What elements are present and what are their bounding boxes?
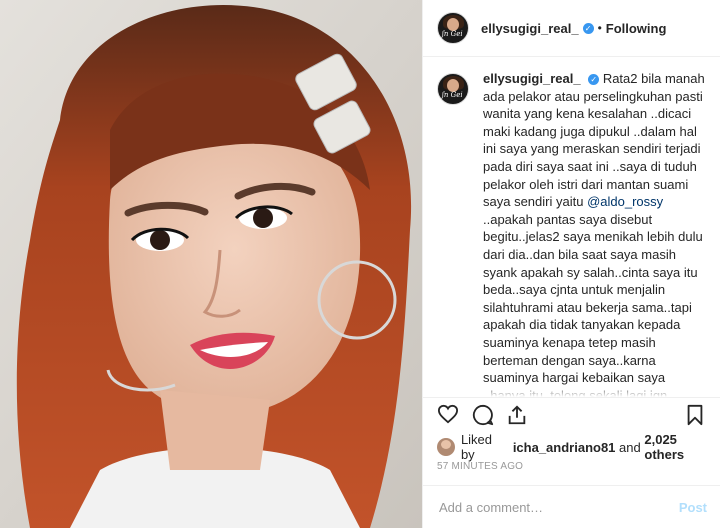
share-icon[interactable] — [506, 404, 528, 431]
avatar[interactable]: ʃn Gei — [437, 73, 469, 105]
comment-form: Post — [423, 485, 720, 528]
verified-badge-icon: ✓ — [588, 74, 600, 86]
caption-text: ellysugigi_real_ ✓ Rata2 bila manah ada … — [483, 70, 707, 397]
caption-body-continued: ..apakah pantas saya disebut begitu..jel… — [483, 211, 703, 397]
likes-conjunction: and — [619, 439, 641, 455]
caption-username[interactable]: ellysugigi_real_ — [483, 71, 581, 86]
following-button[interactable]: Following — [606, 21, 667, 36]
avatar[interactable]: ʃn Gei — [437, 12, 469, 44]
mention-link[interactable]: @aldo_rossy — [587, 194, 663, 209]
comment-input[interactable] — [437, 498, 679, 516]
liker-username[interactable]: icha_andriano81 — [513, 440, 616, 455]
liked-by-prefix: Liked by — [460, 432, 493, 462]
verified-badge-icon: ✓ — [582, 22, 594, 34]
likes-others-link[interactable]: 2,025 others — [644, 432, 720, 462]
liker-avatar[interactable] — [437, 438, 455, 456]
comments-area[interactable]: ʃn Gei ellysugigi_real_ ✓ Rata2 bila man… — [423, 57, 720, 397]
post-sidebar: ʃn Gei ellysugigi_real_ ✓ • Following ʃn… — [422, 0, 720, 528]
portrait-image — [0, 0, 422, 528]
comment-icon[interactable] — [472, 404, 494, 431]
avatar-signature: ʃn Gei — [442, 30, 463, 38]
avatar-signature: ʃn Gei — [442, 91, 463, 99]
post-header: ʃn Gei ellysugigi_real_ ✓ • Following — [423, 0, 720, 57]
likes-summary: Liked by icha_andriano81 and 2,025 other… — [437, 432, 720, 462]
action-bar — [423, 397, 720, 427]
heart-icon[interactable] — [437, 404, 459, 429]
username-link[interactable]: ellysugigi_real_ — [481, 21, 579, 36]
separator-dot: • — [597, 21, 602, 35]
post-photo[interactable] — [0, 0, 422, 528]
bookmark-icon[interactable] — [685, 404, 705, 431]
caption: ʃn Gei ellysugigi_real_ ✓ Rata2 bila man… — [437, 70, 707, 397]
caption-body: Rata2 bila manah ada pelakor atau persel… — [483, 71, 705, 210]
post-timestamp[interactable]: 57 MINUTES AGO — [437, 461, 523, 472]
post-button[interactable]: Post — [679, 500, 707, 515]
